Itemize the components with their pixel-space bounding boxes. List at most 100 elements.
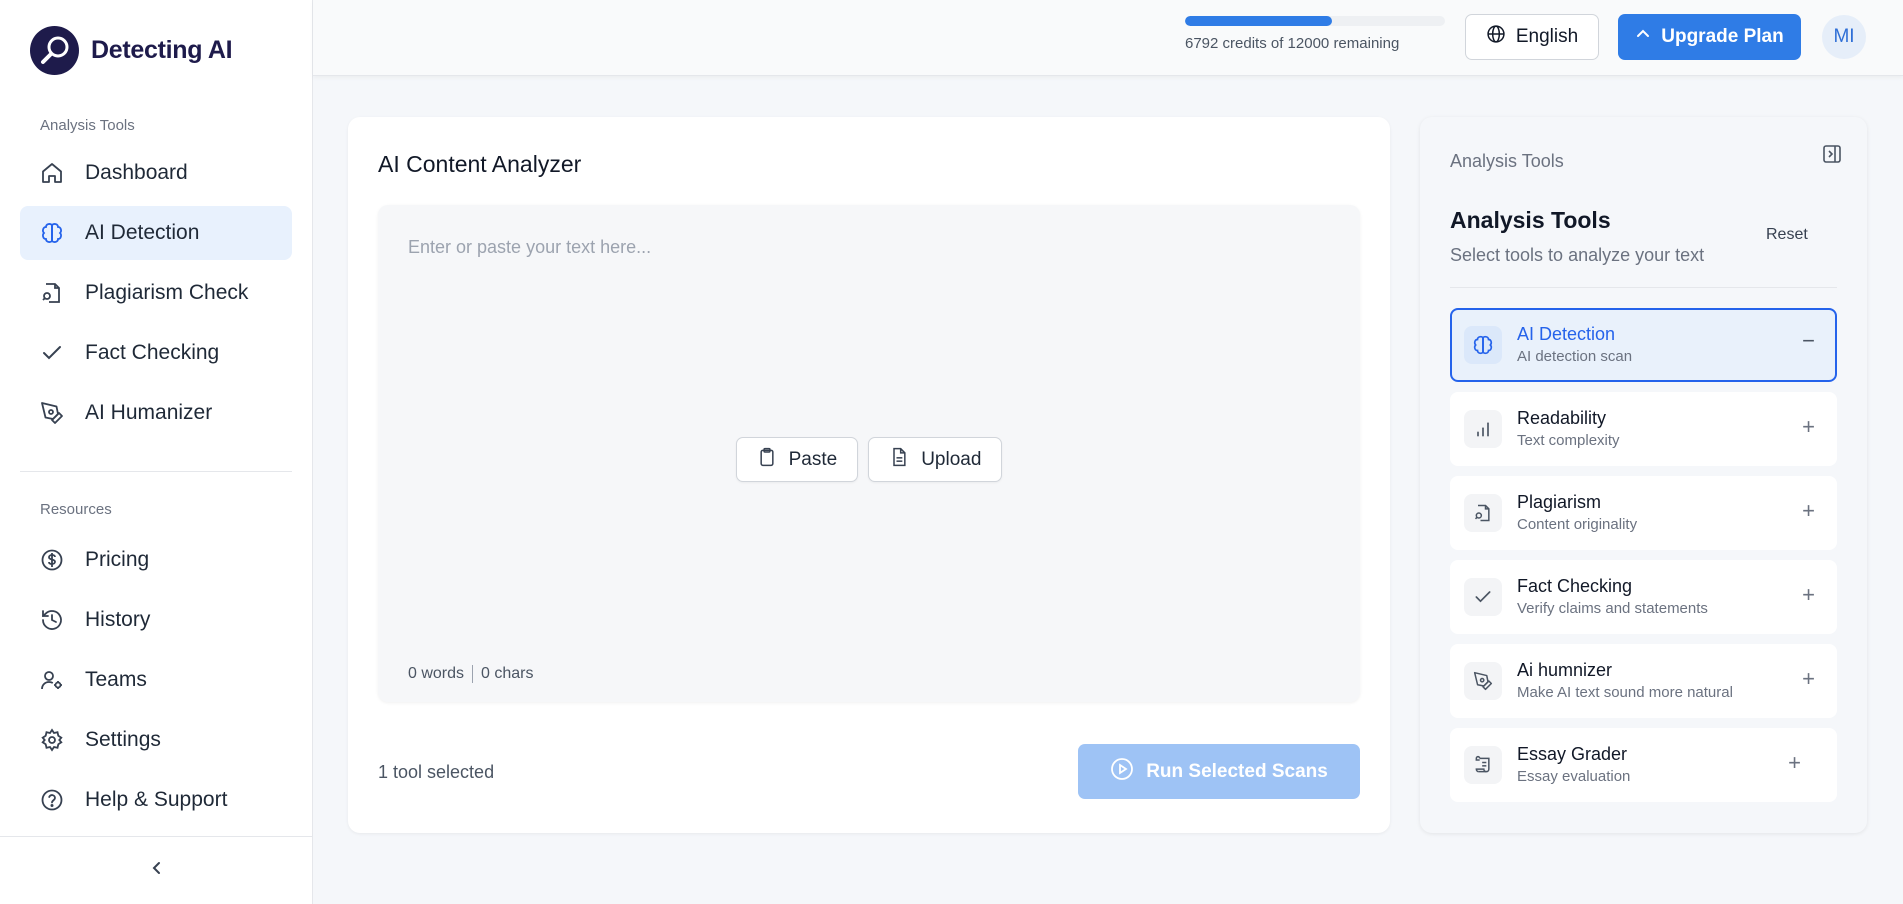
tool-selected-count: 1 tool selected — [378, 762, 495, 782]
logo[interactable]: Detecting AI — [30, 26, 233, 75]
gear-icon — [39, 727, 65, 753]
text-input-placeholder: Enter or paste your text here... — [408, 237, 652, 257]
tool-readability[interactable]: Readability Text complexity + — [1450, 392, 1837, 466]
sidebar-item-ai-humanizer[interactable]: AI Humanizer — [20, 386, 292, 440]
dollar-circle-icon — [39, 547, 65, 573]
brain-icon — [1464, 326, 1502, 364]
minus-icon[interactable]: − — [1802, 328, 1815, 354]
word-count: 0 words — [408, 665, 465, 682]
check-icon — [39, 340, 65, 366]
home-icon — [39, 160, 65, 186]
magnifier-logo-icon — [30, 26, 79, 75]
upgrade-plan-label: Upgrade Plan — [1661, 26, 1784, 47]
sidebar-item-dashboard[interactable]: Dashboard — [20, 146, 292, 200]
tool-fact-checking[interactable]: Fact Checking Verify claims and statemen… — [1450, 560, 1837, 634]
panel-subtitle: Select tools to analyze your text — [1450, 245, 1705, 265]
file-search-icon — [39, 280, 65, 306]
sidebar-item-label: Plagiarism Check — [85, 281, 249, 304]
language-button[interactable]: English — [1465, 14, 1599, 60]
input-actions: Paste Upload — [378, 437, 1360, 482]
sidebar-item-label: Pricing — [85, 548, 150, 571]
sidebar-item-label: Help & Support — [85, 788, 228, 811]
tool-ai-humanizer[interactable]: Ai humnizer Make AI text sound more natu… — [1450, 644, 1837, 718]
reset-button[interactable]: Reset — [1766, 226, 1808, 244]
file-text-icon — [889, 447, 909, 473]
tool-desc: Verify claims and statements — [1517, 600, 1708, 617]
tool-name: Plagiarism — [1517, 492, 1602, 512]
scroll-icon — [1464, 746, 1502, 784]
file-search-icon — [1464, 494, 1502, 532]
sidebar-divider — [20, 471, 292, 472]
sidebar-item-fact-checking[interactable]: Fact Checking — [20, 326, 292, 380]
sidebar-item-ai-detection[interactable]: AI Detection — [20, 206, 292, 260]
avatar[interactable]: MI — [1822, 15, 1866, 59]
upgrade-plan-button[interactable]: Upgrade Plan — [1618, 14, 1801, 60]
tool-name: Ai humnizer — [1517, 660, 1613, 680]
pen-tool-icon — [1464, 662, 1502, 700]
char-count: 0 chars — [481, 665, 534, 682]
paste-button[interactable]: Paste — [735, 437, 859, 482]
section-label-analysis-tools: Analysis Tools — [40, 117, 135, 134]
check-icon — [1464, 578, 1502, 616]
panel-divider — [1450, 287, 1837, 288]
bar-chart-icon — [1464, 410, 1502, 448]
plus-icon[interactable]: + — [1788, 750, 1801, 776]
tool-desc: Make AI text sound more natural — [1517, 684, 1733, 701]
plus-icon[interactable]: + — [1802, 582, 1815, 608]
plus-icon[interactable]: + — [1802, 498, 1815, 524]
tool-plagiarism[interactable]: Plagiarism Content originality + — [1450, 476, 1837, 550]
panel-header-label: Analysis Tools — [1450, 151, 1564, 171]
sidebar-item-teams[interactable]: Teams — [20, 653, 292, 707]
page-title: AI Content Analyzer — [378, 151, 582, 177]
tool-essay-grader[interactable]: Essay Grader Essay evaluation + — [1450, 728, 1837, 802]
tool-desc: Essay evaluation — [1517, 768, 1631, 785]
sidebar-item-label: Dashboard — [85, 161, 188, 184]
plus-icon[interactable]: + — [1802, 414, 1815, 440]
sidebar-item-label: Fact Checking — [85, 341, 220, 364]
history-icon — [39, 607, 65, 633]
upload-label: Upload — [921, 448, 982, 470]
content-analyzer-card: AI Content Analyzer Enter or paste your … — [348, 117, 1390, 833]
globe-icon — [1486, 24, 1506, 50]
sidebar-item-label: History — [85, 608, 151, 631]
credits-progress-fill — [1185, 16, 1333, 26]
sidebar-item-pricing[interactable]: Pricing — [20, 533, 292, 587]
clipboard-icon — [757, 447, 777, 473]
tool-list: AI Detection AI detection scan − Readabi… — [1450, 308, 1837, 812]
tools-panel: Analysis Tools Analysis Tools Select too… — [1420, 117, 1867, 833]
sidebar-collapse-bar — [0, 836, 313, 904]
section-label-resources: Resources — [40, 501, 112, 518]
tool-desc: Text complexity — [1517, 432, 1620, 449]
sidebar-item-plagiarism-check[interactable]: Plagiarism Check — [20, 266, 292, 320]
upload-button[interactable]: Upload — [868, 437, 1003, 482]
sidebar-item-label: AI Detection — [85, 221, 200, 244]
paste-label: Paste — [788, 448, 838, 470]
chevron-up-icon — [1635, 26, 1651, 48]
sidebar-item-label: Settings — [85, 728, 161, 751]
tool-desc: AI detection scan — [1517, 348, 1633, 365]
tool-name: Essay Grader — [1517, 744, 1628, 764]
credits-progress-track — [1185, 16, 1445, 26]
run-selected-scans-button[interactable]: Run Selected Scans — [1078, 744, 1360, 799]
sidebar-item-history[interactable]: History — [20, 593, 292, 647]
panel-collapse-icon[interactable] — [1822, 144, 1842, 169]
nav-resources: Pricing History Teams Settings Help & Su… — [20, 533, 292, 833]
brand-name: Detecting AI — [91, 36, 233, 64]
chevron-left-icon[interactable] — [148, 859, 166, 882]
text-counts: 0 words 0 chars — [408, 665, 534, 683]
credits-text: 6792 credits of 12000 remaining — [1185, 35, 1400, 52]
plus-icon[interactable]: + — [1802, 666, 1815, 692]
sidebar-item-help-support[interactable]: Help & Support — [20, 773, 292, 827]
tool-name: Fact Checking — [1517, 576, 1633, 596]
sidebar-item-settings[interactable]: Settings — [20, 713, 292, 767]
nav-analysis-tools: Dashboard AI Detection Plagiarism Check … — [20, 146, 292, 446]
panel-title: Analysis Tools — [1450, 207, 1611, 233]
tool-name: AI Detection — [1517, 324, 1616, 344]
text-input-area[interactable]: Enter or paste your text here... Paste U… — [378, 205, 1360, 702]
sidebar-item-label: Teams — [85, 668, 147, 691]
tool-ai-detection[interactable]: AI Detection AI detection scan − — [1450, 308, 1837, 382]
sidebar-item-label: AI Humanizer — [85, 401, 213, 424]
brain-icon — [39, 220, 65, 246]
run-selected-scans-label: Run Selected Scans — [1146, 760, 1328, 782]
play-circle-icon — [1110, 757, 1134, 787]
